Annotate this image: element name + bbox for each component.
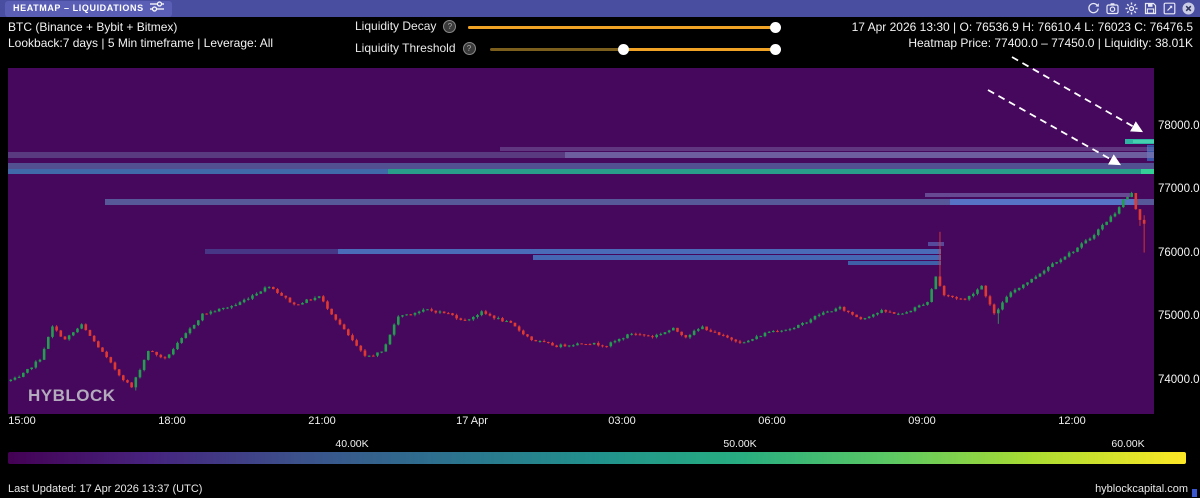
hyblock-watermark: HYBLOCK — [28, 386, 116, 406]
symbol-label: BTC (Binance + Bybit + Bitmex) — [8, 19, 273, 35]
settings-label: Lookback:7 days | 5 Min timeframe | Leve… — [8, 35, 273, 51]
ohlc-readout: 17 Apr 2026 13:30 | O: 76536.9 H: 76610.… — [852, 19, 1193, 35]
site-link[interactable]: hyblockcapital.com — [1095, 483, 1188, 495]
slider-thumb[interactable] — [770, 44, 781, 55]
heatmap-readout: Heatmap Price: 77400.0 – 77450.0 | Liqui… — [852, 35, 1193, 51]
liquidity-colorbar — [8, 452, 1186, 464]
time-tick-label: 09:00 — [908, 415, 936, 427]
last-updated-label: Last Updated: 17 Apr 2026 13:37 (UTC) — [8, 483, 202, 495]
colorbar-tick-label: 40.00K — [335, 438, 368, 450]
tab-title: HEATMAP – LIQUIDATIONS — [13, 3, 144, 13]
tune-icon[interactable] — [150, 0, 164, 17]
price-tick-label: 78000.0 — [1158, 120, 1200, 132]
liquidity-decay-row: Liquidity Decay ? — [355, 19, 456, 33]
colorbar-tick-label: 50.00K — [723, 438, 756, 450]
scrollbar-corner — [1192, 489, 1197, 497]
time-tick-label: 06:00 — [758, 415, 786, 427]
price-tick-label: 75000.0 — [1158, 310, 1200, 322]
colorbar-tick-label: 60.00K — [1111, 438, 1144, 450]
expand-icon[interactable] — [1163, 2, 1176, 15]
time-tick-label: 21:00 — [308, 415, 336, 427]
liquidity-decay-label: Liquidity Decay — [355, 19, 436, 33]
price-tick-label: 74000.0 — [1158, 374, 1200, 386]
symbol-info: BTC (Binance + Bybit + Bitmex) Lookback:… — [8, 19, 273, 51]
liquidity-threshold-label: Liquidity Threshold — [355, 41, 456, 55]
save-icon[interactable] — [1144, 2, 1157, 15]
info-icon[interactable]: ? — [463, 42, 476, 55]
time-tick-label: 17 Apr — [456, 415, 488, 427]
tab-heatmap-liquidations[interactable]: HEATMAP – LIQUIDATIONS — [5, 1, 172, 17]
time-tick-label: 03:00 — [608, 415, 636, 427]
price-tick-label: 76000.0 — [1158, 247, 1200, 259]
readout-info: 17 Apr 2026 13:30 | O: 76536.9 H: 76610.… — [852, 19, 1193, 51]
gear-icon[interactable] — [1125, 2, 1138, 15]
slider-thumb[interactable] — [618, 44, 629, 55]
camera-icon[interactable] — [1106, 2, 1119, 15]
slider-thumb[interactable] — [770, 22, 781, 33]
info-icon[interactable]: ? — [443, 20, 456, 33]
close-icon[interactable] — [1182, 2, 1195, 15]
chart-svg — [8, 68, 1154, 414]
top-bar: HEATMAP – LIQUIDATIONS — [0, 0, 1200, 17]
price-tick-label: 77000.0 — [1158, 183, 1200, 195]
liquidity-threshold-row: Liquidity Threshold ? — [355, 41, 476, 55]
time-tick-label: 18:00 — [158, 415, 186, 427]
app-window: HEATMAP – LIQUIDATIONS — [0, 0, 1200, 498]
time-tick-label: 12:00 — [1058, 415, 1086, 427]
refresh-icon[interactable] — [1087, 2, 1100, 15]
heatmap-chart[interactable]: HYBLOCK — [8, 68, 1154, 414]
time-tick-label: 15:00 — [8, 415, 36, 427]
toolbar-icon-group — [1087, 2, 1195, 15]
